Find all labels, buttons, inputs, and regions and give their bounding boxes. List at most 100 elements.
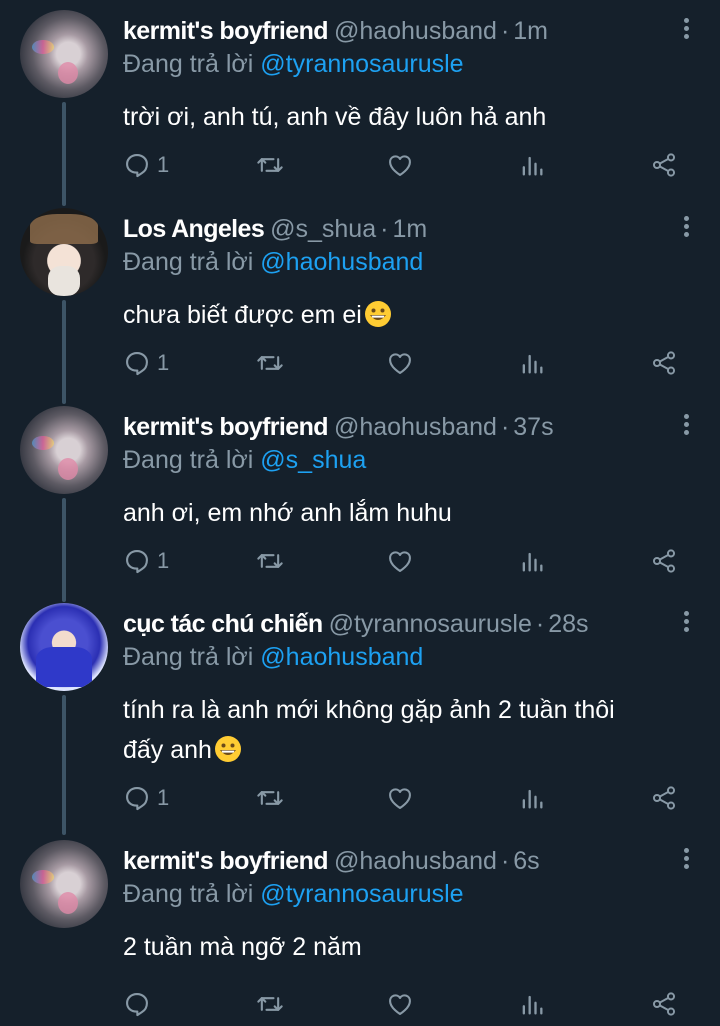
like-icon <box>386 547 414 575</box>
like-button[interactable] <box>386 988 414 1020</box>
retweet-button[interactable] <box>256 782 284 814</box>
tweet-header: cục tác chú chiến @tyrannosaurusle · 28s <box>123 610 589 639</box>
display-name[interactable]: cục tác chú chiến <box>123 610 323 638</box>
display-name[interactable]: kermit's boyfriend <box>123 413 329 441</box>
reply-count: 1 <box>157 785 170 810</box>
more-vertical-icon[interactable] <box>682 611 690 635</box>
user-handle[interactable]: @tyrannosaurusle <box>329 610 532 638</box>
tweet[interactable]: kermit's boyfriend @haohusband · 37s Đang t… <box>0 396 720 594</box>
tweet-text-line: tính ra là anh mới không gặp ảnh 2 tuần … <box>123 696 615 724</box>
user-handle[interactable]: @s_shua <box>270 215 376 243</box>
share-button[interactable] <box>650 347 678 379</box>
display-name[interactable]: kermit's boyfriend <box>123 17 329 45</box>
reply-icon <box>123 151 151 179</box>
replying-to: Đang trả lời @tyrannosaurusle <box>123 50 464 79</box>
mention-link[interactable]: @s_shua <box>260 446 366 474</box>
retweet-icon <box>256 784 284 812</box>
more-vertical-icon[interactable] <box>682 414 690 438</box>
like-icon <box>386 990 414 1018</box>
display-name[interactable]: kermit's boyfriend <box>123 847 329 875</box>
analytics-button[interactable] <box>518 545 546 577</box>
avatar[interactable] <box>20 208 108 296</box>
share-button[interactable] <box>650 149 678 181</box>
mention-link[interactable]: @haohusband <box>260 248 423 276</box>
reply-button[interactable]: 1 <box>123 782 169 814</box>
tweet[interactable]: Los Angeles @s_shua · 1m Đang trả lời @haoh… <box>0 198 720 396</box>
avatar[interactable] <box>20 840 108 928</box>
reply-button[interactable] <box>123 988 157 1020</box>
like-button[interactable] <box>386 782 414 814</box>
more-vertical-icon[interactable] <box>682 216 690 240</box>
tweet-text-content: 2 tuần mà ngỡ 2 năm <box>123 933 362 961</box>
analytics-icon <box>518 349 546 377</box>
tweet[interactable]: kermit's boyfriend @haohusband · 6s Đang tr… <box>0 830 720 1026</box>
tweet-header: kermit's boyfriend @haohusband · 6s <box>123 847 540 876</box>
share-icon <box>650 990 678 1018</box>
separator: · <box>500 847 510 875</box>
tweet-text: anh ơi, em nhớ anh lắm huhu <box>123 493 683 533</box>
like-icon <box>386 151 414 179</box>
replying-to: Đang trả lời @haohusband <box>123 248 423 277</box>
tweet[interactable]: kermit's boyfriend @haohusband · 1m Đang tr… <box>0 0 720 198</box>
more-vertical-icon[interactable] <box>682 18 690 42</box>
mention-link[interactable]: @haohusband <box>260 643 423 671</box>
timestamp: 1m <box>392 215 428 243</box>
retweet-icon <box>256 349 284 377</box>
reply-button[interactable]: 1 <box>123 149 169 181</box>
reply-icon <box>123 784 151 812</box>
user-handle[interactable]: @haohusband <box>334 847 497 875</box>
share-icon <box>650 349 678 377</box>
user-handle[interactable]: @haohusband <box>334 413 497 441</box>
timestamp: 28s <box>548 610 589 638</box>
separator: · <box>500 413 510 441</box>
retweet-button[interactable] <box>256 988 284 1020</box>
replying-prefix: Đang trả lời <box>123 50 254 78</box>
tweet-header: kermit's boyfriend @haohusband · 37s <box>123 413 554 442</box>
mention-link[interactable]: @tyrannosaurusle <box>260 880 463 908</box>
retweet-button[interactable] <box>256 347 284 379</box>
replying-prefix: Đang trả lời <box>123 446 254 474</box>
like-button[interactable] <box>386 545 414 577</box>
replying-prefix: Đang trả lời <box>123 880 254 908</box>
avatar[interactable] <box>20 406 108 494</box>
replying-prefix: Đang trả lời <box>123 643 254 671</box>
tweet-text: trời ơi, anh tú, anh về đây luôn hả anh <box>123 97 683 137</box>
tweet-text: 2 tuần mà ngỡ 2 năm <box>123 927 683 967</box>
like-button[interactable] <box>386 347 414 379</box>
share-button[interactable] <box>650 545 678 577</box>
tweet-header: Los Angeles @s_shua · 1m <box>123 215 427 244</box>
mention-link[interactable]: @tyrannosaurusle <box>260 50 463 78</box>
reply-icon <box>123 990 151 1018</box>
timestamp: 1m <box>513 17 549 45</box>
tweet-text-content: trời ơi, anh tú, anh về đây luôn hả anh <box>123 103 547 131</box>
replying-to: Đang trả lời @s_shua <box>123 446 366 475</box>
retweet-button[interactable] <box>256 545 284 577</box>
analytics-button[interactable] <box>518 988 546 1020</box>
analytics-button[interactable] <box>518 149 546 181</box>
retweet-button[interactable] <box>256 149 284 181</box>
replying-to: Đang trả lời @haohusband <box>123 643 423 672</box>
share-button[interactable] <box>650 782 678 814</box>
display-name[interactable]: Los Angeles <box>123 215 265 243</box>
separator: · <box>500 17 510 45</box>
tweet[interactable]: cục tác chú chiến @tyrannosaurusle · 28s Đa… <box>0 593 720 830</box>
tweet-text-content: chưa biết được em ei <box>123 301 362 329</box>
retweet-icon <box>256 990 284 1018</box>
reply-button[interactable]: 1 <box>123 545 169 577</box>
timestamp: 6s <box>513 847 540 875</box>
timestamp: 37s <box>513 413 554 441</box>
share-button[interactable] <box>650 988 678 1020</box>
user-handle[interactable]: @haohusband <box>334 17 497 45</box>
more-vertical-icon[interactable] <box>682 848 690 872</box>
replying-to: Đang trả lời @tyrannosaurusle <box>123 880 464 909</box>
avatar[interactable] <box>20 10 108 98</box>
analytics-icon <box>518 151 546 179</box>
like-button[interactable] <box>386 149 414 181</box>
reply-count: 1 <box>157 152 170 177</box>
analytics-button[interactable] <box>518 782 546 814</box>
analytics-button[interactable] <box>518 347 546 379</box>
reply-button[interactable]: 1 <box>123 347 169 379</box>
separator: · <box>380 215 389 243</box>
tweet-actions: 1 <box>0 347 720 379</box>
avatar[interactable] <box>20 603 108 691</box>
